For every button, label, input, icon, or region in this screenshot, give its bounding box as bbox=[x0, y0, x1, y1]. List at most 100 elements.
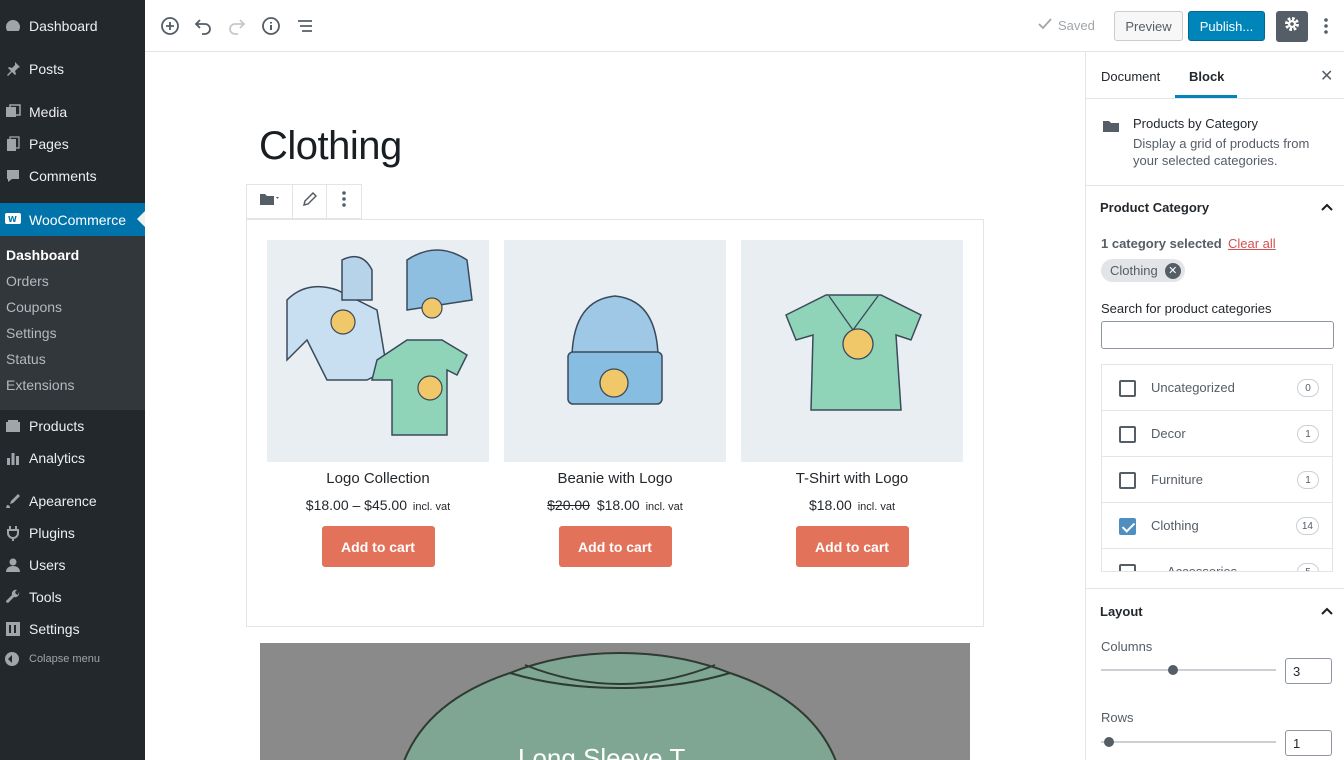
add-to-cart-button[interactable]: Add to cart bbox=[558, 526, 672, 567]
layout-panel: Layout Columns 3 Rows 1 bbox=[1086, 588, 1344, 760]
columns-input[interactable]: 3 bbox=[1285, 658, 1332, 684]
dashboard-icon bbox=[4, 17, 22, 35]
add-to-cart-button[interactable]: Add to cart bbox=[795, 526, 909, 567]
category-label: Accessories bbox=[1167, 564, 1238, 572]
rows-slider-handle[interactable] bbox=[1104, 737, 1114, 747]
menu-item-appearance[interactable]: Apearence bbox=[0, 485, 145, 517]
category-count-badge: 1 bbox=[1297, 425, 1319, 443]
rows-slider[interactable] bbox=[1101, 741, 1276, 743]
menu-item-users[interactable]: Users bbox=[0, 549, 145, 581]
columns-slider-handle[interactable] bbox=[1168, 665, 1178, 675]
menu-label: Plugins bbox=[29, 525, 75, 541]
submenu-status[interactable]: Status bbox=[6, 351, 46, 367]
menu-item-products[interactable]: Products bbox=[0, 410, 145, 442]
preview-button[interactable]: Preview bbox=[1114, 11, 1183, 41]
category-checkbox[interactable] bbox=[1119, 518, 1136, 535]
product-category-panel-toggle[interactable]: Product Category bbox=[1100, 200, 1209, 215]
editor-canvas: Clothing Logo Collection $18.00 – $45.00… bbox=[145, 52, 1085, 760]
product-price: $18.00 incl. vat bbox=[741, 497, 963, 513]
pages-icon bbox=[4, 135, 22, 153]
product-card: Beanie with Logo $20.00 $18.00 incl. vat… bbox=[504, 240, 726, 567]
menu-item-woocommerce[interactable]: W WooCommerce bbox=[0, 203, 145, 237]
chevron-up-icon[interactable] bbox=[1321, 200, 1333, 214]
post-title[interactable]: Clothing bbox=[259, 124, 402, 169]
clear-all-link[interactable]: Clear all bbox=[1228, 236, 1276, 251]
cover-block[interactable]: Long Sleeve T bbox=[260, 643, 970, 760]
menu-item-settings[interactable]: Settings bbox=[0, 613, 145, 645]
gear-icon bbox=[1283, 15, 1301, 38]
list-item[interactable]: Clothing 14 bbox=[1102, 503, 1332, 549]
add-block-icon[interactable] bbox=[158, 14, 182, 38]
settings-toggle-button[interactable] bbox=[1276, 11, 1308, 42]
products-by-category-block[interactable]: Logo Collection $18.00 – $45.00 incl. va… bbox=[246, 219, 984, 627]
product-name[interactable]: Logo Collection bbox=[267, 470, 489, 487]
category-count-badge: 14 bbox=[1295, 517, 1319, 535]
category-count-badge: 5 bbox=[1297, 563, 1319, 571]
menu-item-tools[interactable]: Tools bbox=[0, 581, 145, 613]
vat-label: incl. vat bbox=[412, 501, 451, 513]
cover-title[interactable]: Long Sleeve T bbox=[518, 743, 685, 760]
list-item[interactable]: Decor 1 bbox=[1102, 411, 1332, 457]
remove-chip-icon[interactable]: ✕ bbox=[1164, 262, 1181, 279]
menu-label: Apearence bbox=[29, 493, 97, 509]
menu-item-pages[interactable]: Pages bbox=[0, 128, 145, 160]
category-label: Furniture bbox=[1151, 472, 1204, 487]
info-icon[interactable] bbox=[259, 14, 283, 38]
product-name[interactable]: Beanie with Logo bbox=[504, 470, 726, 487]
old-price-value: $20.00 bbox=[547, 497, 590, 513]
block-title: Products by Category bbox=[1133, 116, 1259, 131]
more-options-icon[interactable] bbox=[1317, 14, 1335, 38]
menu-item-media[interactable]: Media bbox=[0, 96, 145, 128]
publish-button[interactable]: Publish... bbox=[1188, 11, 1265, 41]
list-item[interactable]: Uncategorized 0 bbox=[1102, 365, 1332, 411]
tab-block[interactable]: Block bbox=[1189, 69, 1224, 84]
price-value: $18.00 bbox=[596, 497, 640, 513]
product-card: T-Shirt with Logo $18.00 incl. vat Add t… bbox=[741, 240, 963, 567]
submenu-extensions[interactable]: Extensions bbox=[6, 377, 74, 393]
submenu-orders[interactable]: Orders bbox=[6, 273, 49, 289]
sidebar-tabs: Document Block ✕ bbox=[1086, 52, 1344, 99]
collapse-menu-button[interactable]: Colapse menu bbox=[0, 652, 100, 666]
product-image-beanie[interactable] bbox=[504, 240, 726, 462]
menu-item-comments[interactable]: Comments bbox=[0, 160, 145, 192]
rows-input[interactable]: 1 bbox=[1285, 730, 1332, 756]
submenu-settings[interactable]: Settings bbox=[6, 325, 57, 341]
menu-item-plugins[interactable]: Plugins bbox=[0, 517, 145, 549]
category-checkbox[interactable] bbox=[1119, 564, 1136, 571]
settings-icon bbox=[4, 620, 22, 638]
submenu-coupons[interactable]: Coupons bbox=[6, 299, 62, 315]
submenu-dashboard[interactable]: Dashboard bbox=[6, 247, 79, 263]
category-search-input[interactable] bbox=[1101, 321, 1334, 349]
category-checkbox[interactable] bbox=[1119, 426, 1136, 443]
tab-document[interactable]: Document bbox=[1101, 69, 1160, 84]
category-checkbox[interactable] bbox=[1119, 472, 1136, 489]
block-type-switcher[interactable] bbox=[247, 185, 293, 218]
menu-item-dashboard[interactable]: Dashboard bbox=[0, 10, 145, 42]
columns-slider[interactable] bbox=[1101, 669, 1276, 671]
menu-item-posts[interactable]: Posts bbox=[0, 53, 145, 85]
chevron-up-icon[interactable] bbox=[1321, 604, 1333, 618]
product-name[interactable]: T-Shirt with Logo bbox=[741, 470, 963, 487]
product-image-logo-collection[interactable] bbox=[267, 240, 489, 462]
undo-icon[interactable] bbox=[191, 14, 215, 38]
category-checkbox[interactable] bbox=[1119, 380, 1136, 397]
check-icon bbox=[1038, 18, 1052, 33]
add-to-cart-button[interactable]: Add to cart bbox=[321, 526, 435, 567]
block-more-options[interactable] bbox=[327, 185, 361, 218]
list-item[interactable]: Accessories 5 bbox=[1102, 549, 1332, 572]
layout-panel-toggle[interactable]: Layout bbox=[1100, 604, 1143, 619]
menu-label: Pages bbox=[29, 136, 69, 152]
category-count-badge: 1 bbox=[1297, 471, 1319, 489]
close-icon[interactable]: ✕ bbox=[1320, 66, 1333, 86]
menu-item-analytics[interactable]: Analytics bbox=[0, 442, 145, 474]
outline-icon[interactable] bbox=[293, 14, 317, 38]
product-price: $20.00 $18.00 incl. vat bbox=[504, 497, 726, 513]
pencil-icon bbox=[302, 191, 317, 211]
redo-icon[interactable] bbox=[225, 14, 249, 38]
list-item[interactable]: Furniture 1 bbox=[1102, 457, 1332, 503]
edit-block-button[interactable] bbox=[293, 185, 327, 218]
menu-label: Comments bbox=[29, 168, 97, 184]
product-image-tshirt[interactable] bbox=[741, 240, 963, 462]
menu-label: Dashboard bbox=[29, 18, 98, 34]
settings-sidebar: Document Block ✕ Products by Category Di… bbox=[1085, 52, 1344, 760]
